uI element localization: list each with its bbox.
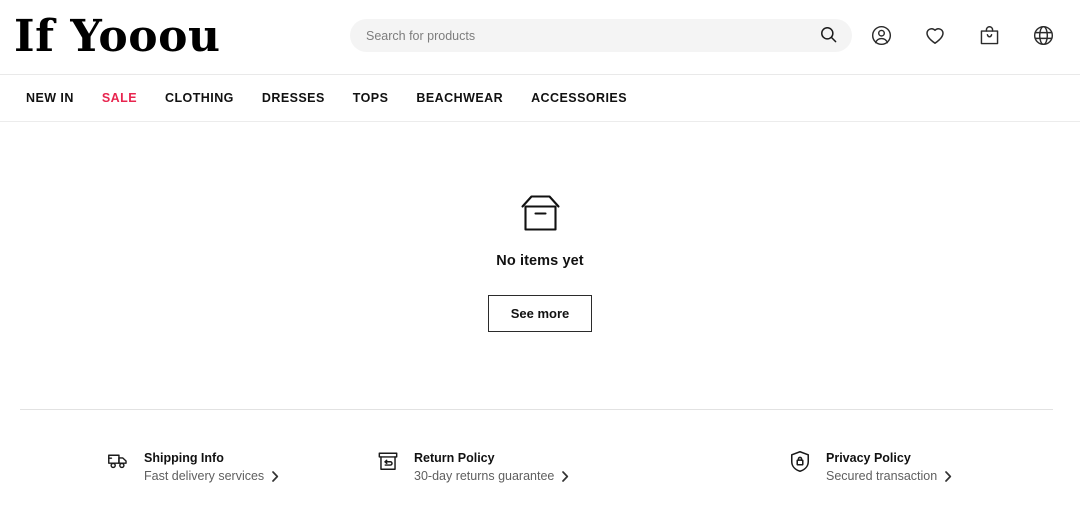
wishlist-heart-icon[interactable] xyxy=(922,22,948,48)
search-submit-button[interactable] xyxy=(819,25,838,47)
account-icon[interactable] xyxy=(868,22,894,48)
footer-subtitle-link[interactable]: Fast delivery services xyxy=(144,467,279,486)
delivery-truck-icon xyxy=(106,448,130,474)
main-navigation: NEW IN SALE CLOTHING DRESSES TOPS BEACHW… xyxy=(0,75,1080,122)
shopping-bag-icon[interactable] xyxy=(976,22,1002,48)
shield-lock-icon xyxy=(788,448,812,474)
chevron-right-icon xyxy=(562,471,569,482)
nav-item-sale[interactable]: SALE xyxy=(88,91,151,105)
footer-text-block: Shipping Info Fast delivery services xyxy=(144,448,279,486)
site-logo[interactable]: If Yooou xyxy=(14,15,220,59)
footer-subtitle: Fast delivery services xyxy=(144,469,265,484)
footer-text-block: Privacy Policy Secured transaction xyxy=(826,448,952,486)
chevron-right-icon xyxy=(945,471,952,482)
search-bar[interactable] xyxy=(350,19,852,52)
header-icon-group xyxy=(868,22,1056,48)
search-input[interactable] xyxy=(366,28,819,43)
footer-subtitle: 30-day returns guarantee xyxy=(414,469,555,484)
return-box-icon xyxy=(376,448,400,474)
footer-item-privacy-policy[interactable]: Privacy Policy Secured transaction xyxy=(696,448,1080,486)
chevron-right-icon xyxy=(272,471,279,482)
footer-info-bar: Shipping Info Fast delivery services Ret… xyxy=(0,410,1080,486)
footer-title: Shipping Info xyxy=(144,451,224,465)
search-icon xyxy=(819,25,838,47)
nav-item-accessories[interactable]: ACCESSORIES xyxy=(517,91,641,105)
site-header: If Yooou xyxy=(0,0,1080,75)
footer-item-shipping-info[interactable]: Shipping Info Fast delivery services xyxy=(0,448,338,486)
globe-language-icon[interactable] xyxy=(1030,22,1056,48)
nav-item-tops[interactable]: TOPS xyxy=(339,91,403,105)
footer-item-return-policy[interactable]: Return Policy 30-day returns guarantee xyxy=(338,448,696,486)
empty-state-panel: No items yet See more xyxy=(0,122,1080,409)
footer-text-block: Return Policy 30-day returns guarantee xyxy=(414,448,569,486)
open-box-icon xyxy=(517,192,564,239)
nav-item-beachwear[interactable]: BEACHWEAR xyxy=(402,91,517,105)
footer-subtitle-link[interactable]: 30-day returns guarantee xyxy=(414,467,569,486)
footer-title: Privacy Policy xyxy=(826,451,911,465)
nav-item-dresses[interactable]: DRESSES xyxy=(248,91,339,105)
footer-title: Return Policy xyxy=(414,451,495,465)
footer-subtitle-link[interactable]: Secured transaction xyxy=(826,467,952,486)
empty-state-title: No items yet xyxy=(496,252,584,269)
nav-item-new-in[interactable]: NEW IN xyxy=(12,91,88,105)
nav-item-clothing[interactable]: CLOTHING xyxy=(151,91,248,105)
see-more-button[interactable]: See more xyxy=(488,294,592,332)
footer-subtitle: Secured transaction xyxy=(826,469,938,484)
